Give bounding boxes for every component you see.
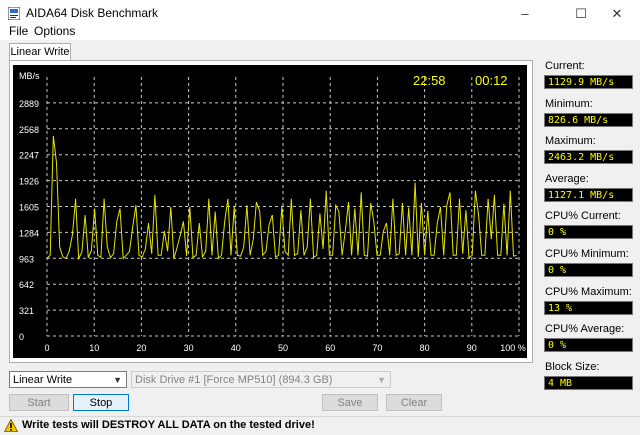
stat-value: 826.6 MB/s [544, 113, 633, 127]
stat-value: 1127.1 MB/s [544, 188, 633, 202]
stat-label: CPU% Current: [545, 210, 621, 222]
stat-label: CPU% Average: [545, 323, 625, 335]
x-tick-label: 80 [420, 343, 430, 353]
test-type-select[interactable]: Linear Write ▼ [9, 371, 127, 388]
stat-label: Maximum: [545, 135, 596, 147]
y-tick-label: 321 [19, 306, 34, 316]
chevron-down-icon: ▼ [377, 375, 386, 385]
y-tick-label: 642 [19, 280, 34, 290]
y-tick-label: 1926 [19, 177, 39, 187]
test-type-value: Linear Write [13, 374, 73, 386]
stat-value: 13 % [544, 301, 633, 315]
tab-linear-write[interactable]: Linear Write [9, 43, 71, 61]
drive-select[interactable]: Disk Drive #1 [Force MP510] (894.3 GB) ▼ [131, 371, 391, 388]
benchmark-chart: 2889 2568 2247 1926 1605 1284 963 642 321 0 MB/s 0 1… [13, 65, 527, 358]
warning-icon [4, 419, 18, 432]
y-tick-label: 2247 [19, 151, 39, 161]
y-tick-label: 0 [19, 332, 24, 342]
app-icon [8, 7, 20, 20]
y-tick-label: 2568 [19, 125, 39, 135]
drive-value: Disk Drive #1 [Force MP510] (894.3 GB) [135, 374, 333, 386]
y-tick-label: 1605 [19, 203, 39, 213]
clock-time: 22:58 [413, 73, 446, 88]
warning-text: Write tests will DESTROY ALL DATA on the… [22, 419, 315, 431]
y-tick-label: 963 [19, 254, 34, 264]
stat-label: CPU% Maximum: [545, 286, 632, 298]
stat-value: 0 % [544, 338, 633, 352]
clear-button[interactable]: Clear [386, 394, 442, 411]
chevron-down-icon: ▼ [113, 375, 122, 385]
y-unit-label: MB/s [19, 71, 40, 81]
menu-bar: File Options [0, 23, 640, 40]
x-tick-label: 20 [136, 343, 146, 353]
x-tick-label: 40 [231, 343, 241, 353]
start-button[interactable]: Start [9, 394, 69, 411]
x-tick-label: 90 [467, 343, 477, 353]
elapsed-time: 00:12 [475, 73, 508, 88]
chart-svg: 2889 2568 2247 1926 1605 1284 963 642 321 0 MB/s 0 1… [19, 71, 526, 353]
y-tick-label: 1284 [19, 228, 39, 238]
x-tick-label: 0 [44, 343, 49, 353]
stat-label: Block Size: [545, 361, 600, 373]
x-tick-label: 10 [89, 343, 99, 353]
status-bar: Write tests will DESTROY ALL DATA on the… [0, 416, 640, 435]
menu-file[interactable]: File [9, 24, 28, 38]
save-button[interactable]: Save [322, 394, 378, 411]
stat-label: Minimum: [545, 98, 593, 110]
x-tick-label: 100 % [500, 343, 526, 353]
stat-value: 2463.2 MB/s [544, 150, 633, 164]
stat-label: Current: [545, 60, 585, 72]
x-tick-label: 70 [372, 343, 382, 353]
menu-options[interactable]: Options [34, 24, 75, 38]
x-tick-label: 30 [184, 343, 194, 353]
stat-label: Average: [545, 173, 589, 185]
x-tick-label: 50 [278, 343, 288, 353]
stat-label: CPU% Minimum: [545, 248, 629, 260]
stat-value: 4 MB [544, 376, 633, 390]
stat-value: 0 % [544, 225, 633, 239]
window-title: AIDA64 Disk Benchmark [26, 6, 159, 20]
x-tick-label: 60 [325, 343, 335, 353]
y-tick-label: 2889 [19, 99, 39, 109]
stop-button[interactable]: Stop [73, 394, 129, 411]
stat-value: 1129.9 MB/s [544, 75, 633, 89]
stat-value: 0 % [544, 263, 633, 277]
